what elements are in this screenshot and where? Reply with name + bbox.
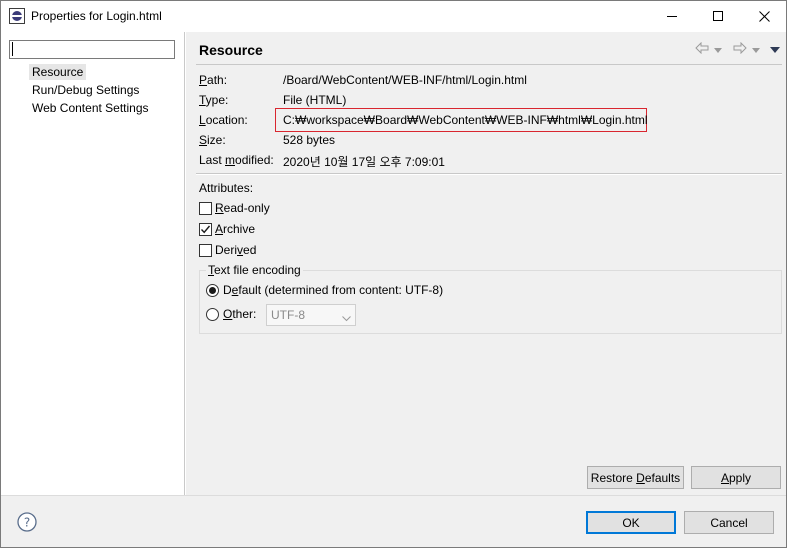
maximize-button[interactable]: [695, 1, 741, 32]
archive-check-box[interactable]: [199, 222, 212, 236]
apply-label: Apply: [720, 470, 752, 485]
last-modified-label: Last modified:: [199, 153, 274, 167]
other-encoding-radio[interactable]: Other:: [206, 307, 256, 321]
help-icon[interactable]: ?: [17, 512, 37, 532]
encoding-select-value: UTF-8: [271, 308, 305, 322]
page-title: Resource: [199, 42, 263, 58]
type-label: Type:: [199, 93, 229, 107]
location-value: C:₩workspace₩Board₩WebContent₩WEB-INF₩ht…: [283, 113, 648, 127]
category-tree-pane: Resource Run/Debug Settings Web Content …: [1, 32, 185, 495]
forward-arrow-icon[interactable]: [732, 41, 748, 57]
default-radio-button[interactable]: [206, 283, 219, 297]
read-only-check-box[interactable]: [199, 201, 212, 215]
path-value: /Board/WebContent/WEB-INF/html/Login.htm…: [283, 73, 527, 87]
encoding-select[interactable]: UTF-8: [266, 304, 356, 326]
tree-item-resource[interactable]: Resource: [29, 64, 87, 80]
back-dropdown-icon[interactable]: [714, 43, 722, 57]
tree-item-run-debug-settings[interactable]: Run/Debug Settings: [29, 82, 142, 98]
header-separator: [196, 64, 782, 65]
restore-defaults-label: Restore Defaults: [590, 470, 681, 485]
chevron-down-icon: [342, 311, 351, 325]
last-modified-value: 2020년 10월 17일 오후 7:09:01: [283, 155, 445, 169]
ok-button[interactable]: OK: [586, 511, 676, 534]
default-encoding-radio[interactable]: Default (determined from content: UTF-8): [206, 283, 443, 297]
archive-label: Archive: [215, 222, 256, 236]
view-menu-icon[interactable]: [770, 43, 780, 57]
resource-page: Resource Path: /Board/WebContent/WEB-INF…: [186, 32, 786, 495]
checkmark-icon: [200, 225, 211, 233]
location-label: Location:: [199, 113, 248, 127]
title-bar: Properties for Login.html: [1, 1, 786, 32]
dialog-footer: ? OK Cancel: [1, 495, 786, 547]
apply-button[interactable]: Apply: [691, 466, 781, 489]
archive-checkbox[interactable]: Archive: [199, 222, 255, 236]
cancel-button[interactable]: Cancel: [684, 511, 774, 534]
attributes-label: Attributes:: [199, 181, 254, 195]
other-encoding-label: Other:: [223, 307, 257, 321]
read-only-checkbox[interactable]: Read-only: [199, 201, 270, 215]
forward-dropdown-icon[interactable]: [752, 43, 760, 57]
path-label: Path:: [199, 73, 228, 87]
derived-label: Derived: [215, 243, 257, 257]
close-button[interactable]: [741, 1, 787, 32]
properties-dialog: Properties for Login.html Resource Run/D…: [0, 0, 787, 548]
derived-checkbox[interactable]: Derived: [199, 243, 256, 257]
derived-check-box[interactable]: [199, 243, 212, 257]
window-title: Properties for Login.html: [31, 9, 162, 23]
maximize-icon: [712, 11, 723, 21]
text-file-encoding-label: Text file encoding: [206, 263, 303, 277]
filter-input[interactable]: [9, 40, 175, 59]
minimize-button[interactable]: [649, 1, 695, 32]
size-value: 528 bytes: [283, 133, 336, 147]
page-navigation: [694, 41, 780, 57]
size-label: Size:: [199, 133, 226, 147]
type-value: File (HTML): [283, 93, 347, 107]
svg-text:?: ?: [24, 516, 30, 530]
read-only-label: Read-only: [215, 201, 270, 215]
back-arrow-icon[interactable]: [694, 41, 710, 57]
minimize-icon: [666, 16, 677, 17]
properties-separator-highlight: [196, 174, 782, 175]
text-caret: [12, 42, 13, 56]
default-encoding-label: Default (determined from content: UTF-8): [223, 283, 444, 297]
tree-item-web-content-settings[interactable]: Web Content Settings: [29, 100, 152, 116]
eclipse-icon: [9, 8, 25, 24]
close-icon: [758, 11, 770, 22]
other-radio-button[interactable]: [206, 307, 219, 321]
restore-defaults-button[interactable]: Restore Defaults: [587, 466, 684, 489]
